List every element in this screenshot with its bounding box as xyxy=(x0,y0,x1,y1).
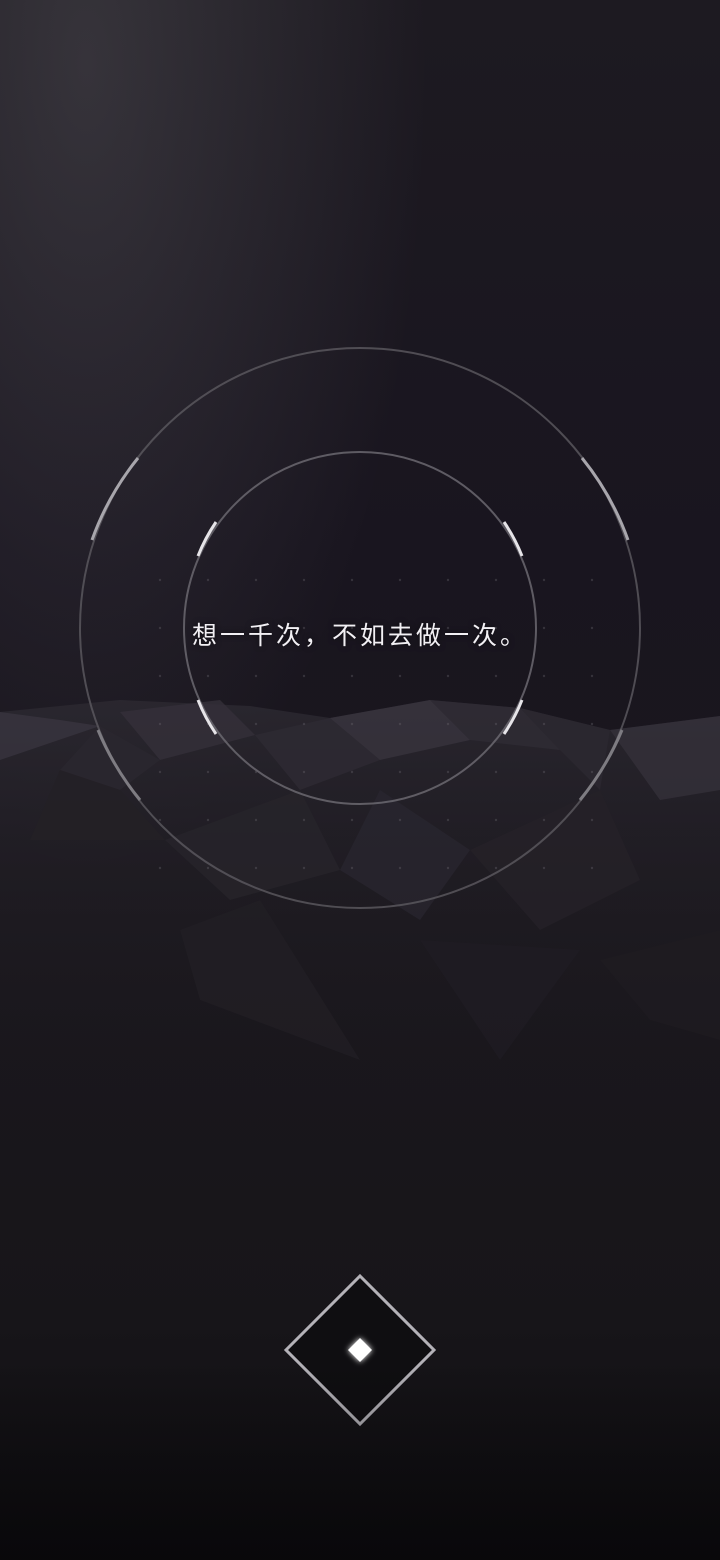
inner-arc-bottom-right xyxy=(502,699,524,735)
splash-screen: 想一千次，不如去做一次。 xyxy=(0,0,720,1560)
inner-arc-top-left xyxy=(196,521,218,557)
diamond-icon xyxy=(283,1273,437,1427)
splash-quote: 想一千次，不如去做一次。 xyxy=(191,621,528,650)
inner-arc-top-right xyxy=(502,521,524,557)
inner-arc-bottom-left xyxy=(196,699,218,735)
start-button[interactable] xyxy=(283,1273,437,1427)
